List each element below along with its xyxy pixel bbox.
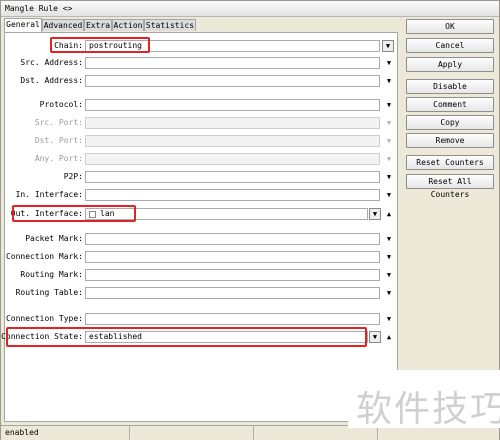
connection-state-collapse-icon[interactable]: ▲ — [385, 333, 393, 341]
connection-mark-label: Connection Mark: — [5, 252, 83, 261]
dst-address-dropdown-icon[interactable]: ▼ — [385, 77, 393, 85]
p2p-field[interactable] — [85, 171, 380, 183]
tab-action[interactable]: Action — [112, 19, 144, 31]
dst-port-field[interactable] — [85, 135, 380, 147]
connection-mark-dropdown-icon[interactable]: ▼ — [385, 253, 393, 261]
window-title: Mangle Rule <> — [5, 4, 73, 13]
connection-type-row: Connection Type: ▼ — [5, 313, 397, 326]
protocol-row: Protocol: ▼ — [5, 99, 397, 112]
watermark-text: 软件技巧 — [356, 389, 500, 430]
dst-port-row: Dst. Port: ▼ — [5, 135, 397, 148]
reset-all-counters-button[interactable]: Reset All Counters — [406, 174, 494, 199]
cancel-button[interactable]: Cancel — [406, 38, 494, 53]
src-port-label: Src. Port: — [34, 118, 83, 127]
routing-mark-label: Routing Mark: — [20, 270, 83, 279]
connection-state-highlight-box — [6, 327, 367, 347]
disable-button[interactable]: Disable — [406, 79, 494, 94]
title-bar[interactable]: Mangle Rule <> — [1, 1, 499, 17]
comment-button[interactable]: Comment — [406, 97, 494, 112]
tab-extra[interactable]: Extra — [84, 19, 112, 31]
any-port-row: Any. Port: ▼ — [5, 153, 397, 166]
tab-general[interactable]: General — [4, 18, 42, 32]
src-address-field[interactable] — [85, 57, 380, 69]
protocol-field[interactable] — [85, 99, 380, 111]
p2p-row: P2P: ▼ — [5, 171, 397, 184]
any-port-field[interactable] — [85, 153, 380, 165]
routing-table-dropdown-icon[interactable]: ▼ — [385, 289, 393, 297]
dst-address-field[interactable] — [85, 75, 380, 87]
out-interface-dropdown-button[interactable]: ▼ — [369, 208, 381, 220]
src-address-row: Src. Address: ▼ — [5, 57, 397, 70]
routing-table-row: Routing Table: ▼ — [5, 287, 397, 300]
src-port-row: Src. Port: ▼ — [5, 117, 397, 130]
connection-state-dropdown-button[interactable]: ▼ — [369, 331, 381, 343]
in-interface-field[interactable] — [85, 189, 380, 201]
general-tab-panel: Chain: postrouting ▼ Src. Address: ▼ Dst… — [1, 32, 398, 422]
packet-mark-field[interactable] — [85, 233, 380, 245]
dst-address-row: Dst. Address: ▼ — [5, 75, 397, 88]
in-interface-label: In. Interface: — [15, 190, 83, 199]
apply-button[interactable]: Apply — [406, 57, 494, 72]
packet-mark-label: Packet Mark: — [25, 234, 83, 243]
reset-counters-button[interactable]: Reset Counters — [406, 155, 494, 170]
dst-port-label: Dst. Port: — [34, 136, 83, 145]
any-port-dropdown-icon[interactable]: ▼ — [385, 155, 393, 163]
protocol-dropdown-icon[interactable]: ▼ — [385, 101, 393, 109]
connection-type-label: Connection Type: — [5, 314, 83, 323]
connection-type-field[interactable] — [85, 313, 380, 325]
packet-mark-row: Packet Mark: ▼ — [5, 233, 397, 246]
p2p-dropdown-icon[interactable]: ▼ — [385, 173, 393, 181]
tab-statistics[interactable]: Statistics — [144, 19, 196, 31]
src-address-label: Src. Address: — [20, 58, 83, 67]
out-interface-highlight-box — [12, 205, 136, 222]
routing-mark-row: Routing Mark: ▼ — [5, 269, 397, 282]
routing-table-field[interactable] — [85, 287, 380, 299]
watermark: 软件技巧 — [348, 370, 500, 430]
connection-mark-row: Connection Mark: ▼ — [5, 251, 397, 264]
any-port-label: Any. Port: — [34, 154, 83, 163]
copy-button[interactable]: Copy — [406, 115, 494, 130]
dst-port-dropdown-icon[interactable]: ▼ — [385, 137, 393, 145]
packet-mark-dropdown-icon[interactable]: ▼ — [385, 235, 393, 243]
p2p-label: P2P: — [63, 172, 83, 181]
in-interface-dropdown-icon[interactable]: ▼ — [385, 191, 393, 199]
routing-mark-field[interactable] — [85, 269, 380, 281]
out-interface-collapse-icon[interactable]: ▲ — [385, 210, 393, 218]
tab-advanced[interactable]: Advanced — [42, 19, 84, 31]
connection-type-dropdown-icon[interactable]: ▼ — [385, 315, 393, 323]
src-address-dropdown-icon[interactable]: ▼ — [385, 59, 393, 67]
protocol-label: Protocol: — [39, 100, 83, 109]
status-separator — [253, 426, 254, 440]
status-separator — [129, 426, 130, 440]
src-port-field[interactable] — [85, 117, 380, 129]
remove-button[interactable]: Remove — [406, 133, 494, 148]
routing-mark-dropdown-icon[interactable]: ▼ — [385, 271, 393, 279]
in-interface-row: In. Interface: ▼ — [5, 189, 397, 202]
chain-dropdown-button[interactable]: ▼ — [382, 40, 394, 52]
connection-mark-field[interactable] — [85, 251, 380, 263]
status-text: enabled — [5, 428, 39, 437]
dst-address-label: Dst. Address: — [20, 76, 83, 85]
src-port-dropdown-icon[interactable]: ▼ — [385, 119, 393, 127]
routing-table-label: Routing Table: — [15, 288, 83, 297]
ok-button[interactable]: OK — [406, 19, 494, 34]
chain-highlight-box — [50, 37, 150, 53]
